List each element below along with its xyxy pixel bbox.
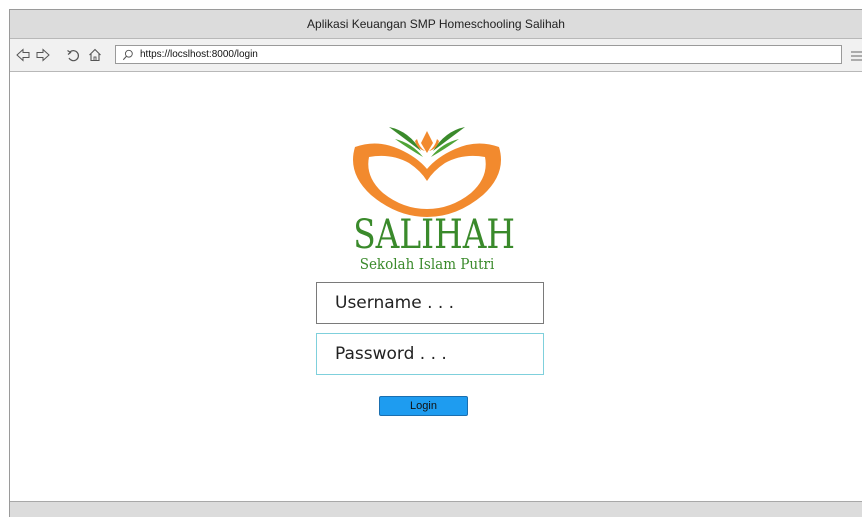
login-button[interactable]: Login bbox=[379, 396, 468, 416]
forward-button[interactable] bbox=[35, 47, 51, 63]
menu-button[interactable] bbox=[850, 49, 862, 61]
username-input[interactable] bbox=[316, 282, 544, 324]
hamburger-menu-icon bbox=[851, 51, 862, 61]
reload-icon bbox=[67, 50, 79, 62]
status-bar bbox=[10, 501, 862, 517]
address-bar[interactable] bbox=[115, 45, 842, 64]
arrow-left-icon bbox=[16, 48, 30, 62]
password-input[interactable] bbox=[316, 333, 544, 375]
logo-subtitle: Sekolah Islam Putri bbox=[359, 255, 495, 273]
home-icon bbox=[89, 48, 101, 62]
school-logo bbox=[337, 117, 517, 302]
arrow-right-icon bbox=[36, 48, 50, 62]
open-book-logo-icon bbox=[353, 127, 501, 217]
url-input[interactable] bbox=[140, 49, 820, 60]
window-title: Aplikasi Keuangan SMP Homeschooling Sali… bbox=[307, 17, 565, 31]
logo-title: SALIHAH bbox=[353, 212, 515, 258]
home-button[interactable] bbox=[87, 47, 103, 63]
browser-window: Aplikasi Keuangan SMP Homeschooling Sali… bbox=[9, 9, 862, 517]
back-button[interactable] bbox=[15, 47, 31, 63]
search-icon bbox=[120, 47, 136, 63]
page-content: SALIHAH Sekolah Islam Putri Login bbox=[10, 72, 862, 502]
reload-button[interactable] bbox=[65, 47, 81, 63]
browser-toolbar bbox=[10, 39, 862, 72]
title-bar: Aplikasi Keuangan SMP Homeschooling Sali… bbox=[10, 10, 862, 39]
